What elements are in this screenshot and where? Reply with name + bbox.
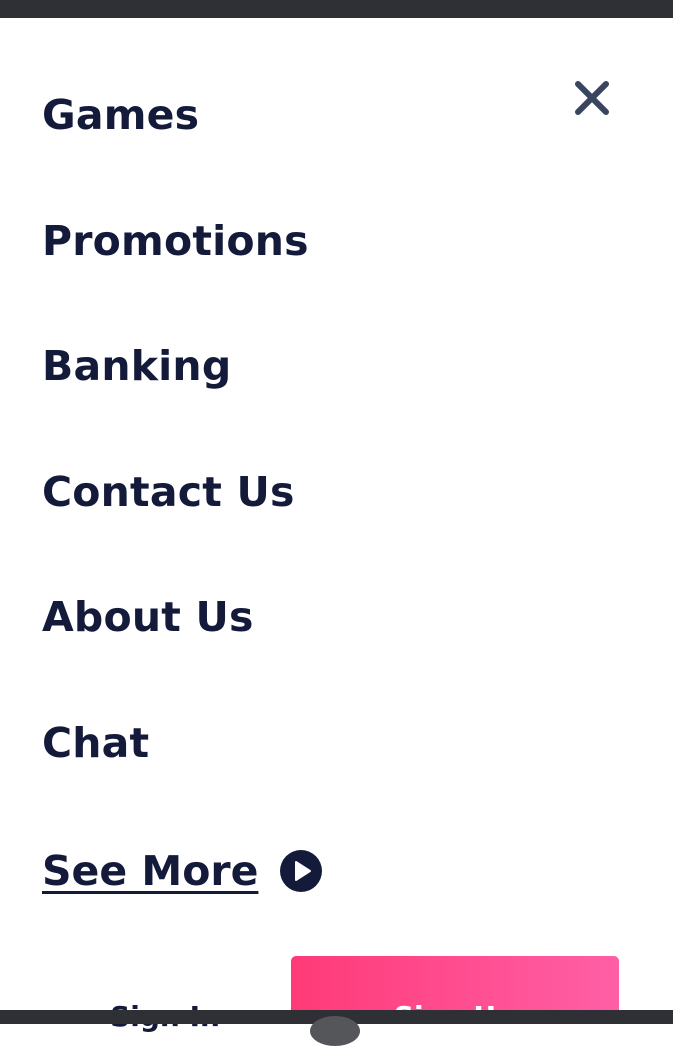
menu-item-banking[interactable]: Banking	[42, 341, 309, 467]
menu-item-label[interactable]: Banking	[42, 341, 231, 391]
sign-up-button[interactable]: Sign Up	[291, 956, 619, 1010]
menu-item-contact-us[interactable]: Contact Us	[42, 467, 309, 593]
home-indicator[interactable]	[310, 1016, 360, 1046]
menu-item-label[interactable]: Contact Us	[42, 467, 295, 517]
close-menu-button[interactable]	[568, 74, 616, 122]
menu-item-label[interactable]: About Us	[42, 592, 254, 642]
status-bar	[0, 0, 673, 18]
see-more-label[interactable]: See More	[42, 846, 258, 896]
menu-item-label[interactable]: Promotions	[42, 216, 309, 266]
menu-list: Games Promotions Banking Contact Us Abou…	[42, 90, 309, 843]
close-icon	[575, 81, 609, 115]
auth-actions: Sign In Sign Up	[0, 956, 673, 1033]
menu-item-games[interactable]: Games	[42, 90, 309, 216]
menu-item-about-us[interactable]: About Us	[42, 592, 309, 718]
menu-item-promotions[interactable]: Promotions	[42, 216, 309, 342]
menu-item-chat[interactable]: Chat	[42, 718, 309, 844]
menu-item-label[interactable]: Games	[42, 90, 199, 140]
see-more-link[interactable]: See More	[42, 846, 323, 896]
menu-item-label[interactable]: Chat	[42, 718, 149, 768]
sign-in-button[interactable]: Sign In	[60, 956, 270, 1033]
play-circle-icon[interactable]	[280, 850, 323, 892]
